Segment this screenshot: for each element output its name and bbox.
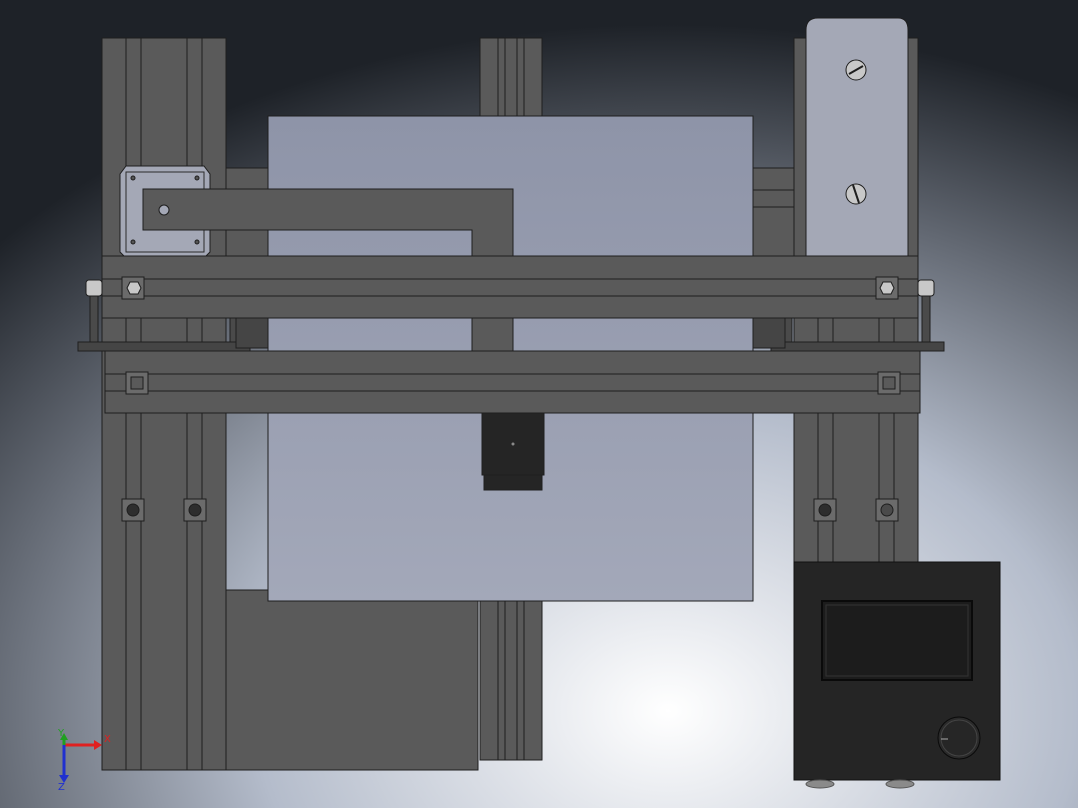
- cad-model-scene[interactable]: X Y Z: [0, 0, 1078, 808]
- controller-screen: [821, 600, 973, 681]
- spool-mount-plate: [805, 17, 909, 259]
- lower-nut-left: [125, 371, 149, 395]
- controller-box: [793, 561, 1001, 789]
- lower-gantry-beam: [104, 350, 921, 414]
- x-axis-label: X: [104, 734, 111, 745]
- controller-knob: [937, 716, 981, 760]
- plate-screw-lower: [845, 183, 867, 205]
- lower-nut-right: [877, 371, 901, 395]
- gantry-nut-left: [121, 276, 145, 300]
- base-plate: [225, 589, 479, 771]
- plate-screw-upper: [845, 59, 867, 81]
- y-axis-label: Y: [57, 728, 65, 739]
- cad-viewport[interactable]: X Y Z: [0, 0, 1078, 808]
- gantry-nut-right: [875, 276, 899, 300]
- z-axis-label: Z: [58, 782, 65, 793]
- hotend-block: [481, 412, 545, 491]
- back-cross-right: [752, 167, 795, 259]
